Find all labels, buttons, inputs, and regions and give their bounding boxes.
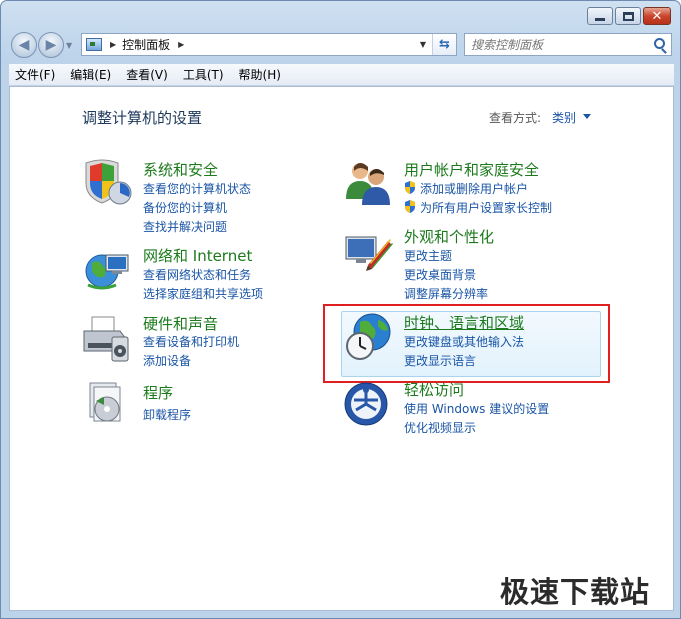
menu-help[interactable]: 帮助(H) (237, 65, 283, 84)
link-add-device[interactable]: 添加设备 (143, 352, 191, 369)
view-by-dropdown[interactable]: 类别 (552, 109, 576, 126)
menu-file[interactable]: 文件(F) (13, 65, 57, 84)
uac-shield-icon (405, 200, 415, 213)
maximize-icon (622, 11, 634, 21)
breadcrumb-separator-icon[interactable]: ▶ (110, 40, 116, 49)
control-panel-icon (86, 38, 102, 51)
close-button[interactable]: ✕ (643, 7, 671, 25)
search-icon[interactable] (654, 38, 665, 49)
address-dropdown-icon[interactable]: ▼ (420, 40, 426, 49)
menu-view[interactable]: 查看(V) (124, 65, 170, 84)
recent-pages-dropdown-icon[interactable]: ▼ (66, 41, 72, 50)
category-title-hardware-sound[interactable]: 硬件和声音 (143, 313, 218, 334)
users-icon[interactable] (344, 157, 394, 207)
refresh-icon: ⇆ (439, 37, 450, 52)
forward-button[interactable]: ▶ (38, 32, 64, 58)
link-parental-controls[interactable]: 为所有用户设置家长控制 (420, 199, 552, 216)
forward-arrow-icon: ▶ (45, 37, 57, 53)
link-uninstall-program[interactable]: 卸载程序 (143, 406, 191, 423)
link-devices-printers[interactable]: 查看设备和打印机 (143, 333, 239, 350)
link-change-desktop-background[interactable]: 更改桌面背景 (404, 266, 476, 283)
search-box[interactable] (464, 33, 672, 56)
refresh-button[interactable]: ⇆ (432, 34, 456, 55)
control-panel-window: ✕ ◀ ▶ ▼ ▶ 控制面板 ▶ ▼ ⇆ 文件(F) 编辑(E) 查看(V) 工… (0, 0, 681, 619)
link-adjust-resolution[interactable]: 调整屏幕分辨率 (404, 285, 488, 302)
category-title-ease-of-access[interactable]: 轻松访问 (404, 379, 464, 400)
link-add-remove-users[interactable]: 添加或删除用户帐户 (420, 180, 528, 197)
link-change-theme[interactable]: 更改主题 (404, 247, 452, 264)
clock-globe-icon[interactable] (344, 312, 394, 362)
link-change-display-language[interactable]: 更改显示语言 (404, 352, 476, 369)
search-input[interactable] (471, 37, 646, 52)
close-icon: ✕ (651, 8, 663, 24)
category-title-system-security[interactable]: 系统和安全 (143, 159, 218, 180)
network-globe-icon[interactable] (82, 245, 132, 295)
category-title-programs[interactable]: 程序 (143, 382, 173, 403)
back-arrow-icon: ◀ (18, 37, 30, 53)
breadcrumb-separator-icon[interactable]: ▶ (178, 40, 184, 49)
page-title: 调整计算机的设置 (82, 109, 203, 127)
view-by-arrow-icon[interactable] (583, 114, 591, 119)
link-homegroup-sharing[interactable]: 选择家庭组和共享选项 (143, 285, 263, 302)
ease-of-access-icon[interactable] (344, 380, 394, 430)
view-by-label: 查看方式: (489, 111, 542, 125)
watermark: 极速下载站 (500, 575, 651, 609)
link-backup-computer[interactable]: 备份您的计算机 (143, 199, 227, 216)
content-area: 调整计算机的设置 查看方式: 类别 系统和安全 查看您的计算机状态 备份您的计算… (9, 86, 674, 611)
breadcrumb-control-panel[interactable]: 控制面板 (122, 36, 170, 53)
category-title-user-accounts[interactable]: 用户帐户和家庭安全 (404, 159, 539, 180)
link-troubleshoot[interactable]: 查找并解决问题 (143, 218, 227, 235)
link-network-status[interactable]: 查看网络状态和任务 (143, 266, 251, 283)
minimize-button[interactable] (587, 7, 613, 25)
link-view-computer-status[interactable]: 查看您的计算机状态 (143, 180, 251, 197)
menu-bar: 文件(F) 编辑(E) 查看(V) 工具(T) 帮助(H) (9, 64, 674, 86)
printer-icon[interactable] (82, 313, 132, 363)
link-change-keyboard-input[interactable]: 更改键盘或其他输入法 (404, 333, 524, 350)
shield-icon[interactable] (82, 157, 132, 207)
uac-shield-icon (405, 181, 415, 194)
back-button[interactable]: ◀ (11, 32, 37, 58)
category-title-clock-language-region[interactable]: 时钟、语言和区域 (404, 312, 524, 333)
menu-edit[interactable]: 编辑(E) (68, 65, 113, 84)
menu-tools[interactable]: 工具(T) (181, 65, 226, 84)
category-title-appearance[interactable]: 外观和个性化 (404, 226, 494, 247)
caption-buttons: ✕ (587, 7, 671, 25)
category-title-network-internet[interactable]: 网络和 Internet (143, 245, 252, 266)
link-windows-recommended-settings[interactable]: 使用 Windows 建议的设置 (404, 400, 549, 417)
minimize-icon (595, 17, 605, 21)
appearance-icon[interactable] (344, 227, 394, 277)
link-optimize-video-display[interactable]: 优化视频显示 (404, 419, 476, 436)
maximize-button[interactable] (615, 7, 641, 25)
programs-icon[interactable] (82, 379, 132, 429)
address-bar[interactable]: ▶ 控制面板 ▶ ▼ ⇆ (81, 33, 457, 56)
